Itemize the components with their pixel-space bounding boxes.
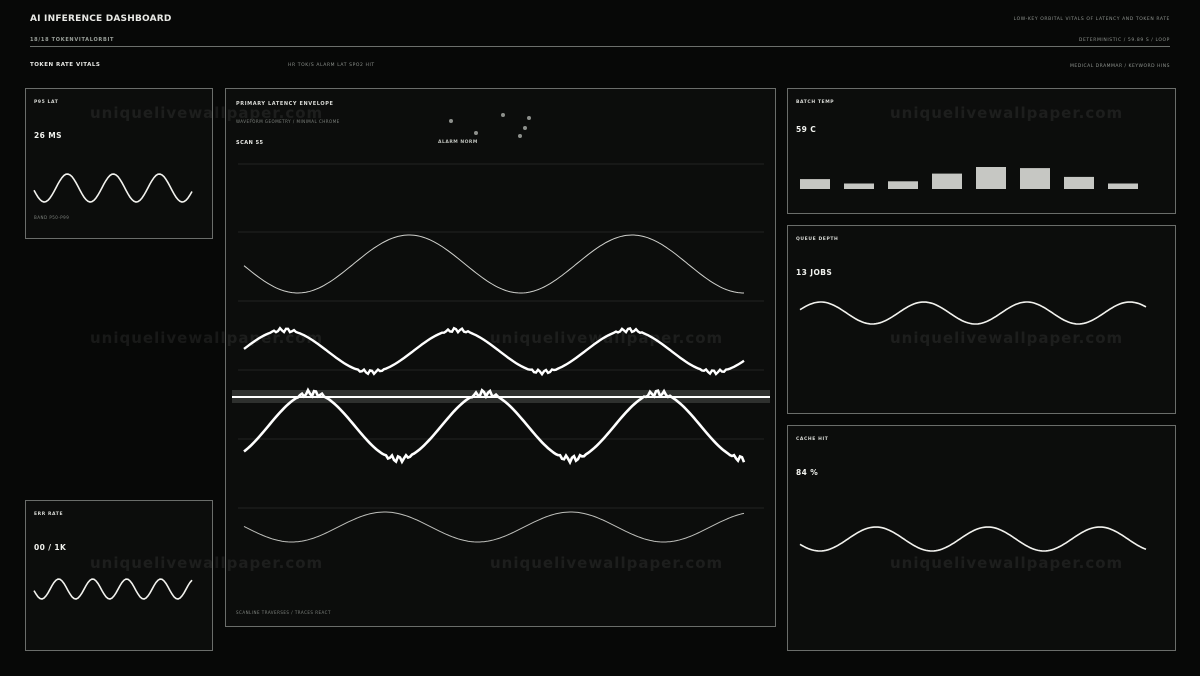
primary-latency-panel[interactable]: PRIMARY LATENCY ENVELOPE WAVEFORM GEOMET… [225, 88, 776, 627]
orbit-dot [527, 116, 531, 120]
main-waveforms [232, 113, 770, 543]
err-waveform [33, 578, 193, 600]
cache-waveform [799, 526, 1147, 552]
header-description: LOW-KEY ORBITAL VITALS OF LATENCY AND TO… [1013, 17, 1170, 22]
queue-wave [799, 301, 1147, 325]
p95-footnote: BAND P50-P99 [34, 215, 70, 220]
orbit-dot [449, 119, 453, 123]
batch-bars [800, 167, 1138, 189]
batch-bar [800, 179, 830, 189]
section-right-note: MEDICAL DRAMMAR / KEYWORD HINS [1069, 64, 1170, 69]
cache-wave [799, 526, 1147, 552]
main-wave-1 [243, 234, 744, 294]
p95-wave [33, 173, 193, 203]
queue-waveform [799, 301, 1147, 325]
error-rate-panel[interactable]: ERR RATE 00 / 1K [25, 500, 213, 651]
section-title: TOKEN RATE VITALS [30, 62, 101, 68]
batch-bar [976, 167, 1006, 189]
batch-bar [1108, 183, 1138, 189]
section-meta: HR TOK/S ALARM LAT SPO2 HIT [288, 63, 375, 68]
orbit-dot [501, 113, 505, 117]
batch-bar [1064, 176, 1094, 189]
err-wave [33, 578, 193, 600]
batch-bar [888, 181, 918, 189]
queue-depth-panel[interactable]: QUEUE DEPTH 13 JOBS [787, 225, 1176, 414]
batch-bar [1020, 168, 1050, 189]
cache-hit-panel[interactable]: CACHE HIT 84 % [787, 425, 1176, 651]
batch-bar [932, 173, 962, 189]
header-divider [30, 46, 1170, 47]
app-title: AI INFERENCE DASHBOARD [30, 14, 172, 24]
main-footnote: SCANLINE TRAVERSES / TRACES REACT [236, 610, 331, 615]
p95-latency-panel[interactable]: P95 LAT 26 MS BAND P50-P99 [25, 88, 213, 239]
orbit-dot [518, 134, 522, 138]
main-wave-2 [243, 326, 745, 377]
header-loop-info: DETERMINISTIC / 59.89 S / LOOP [1078, 38, 1170, 43]
app-subtitle: 18/18 TOKENVITALORBIT [30, 37, 115, 43]
orbit-dot [474, 131, 478, 135]
main-wave-4 [243, 511, 745, 543]
orbit-dot [523, 126, 527, 130]
batch-bar [844, 183, 874, 189]
batch-temp-panel[interactable]: BATCH TEMP 59 C [787, 88, 1176, 214]
